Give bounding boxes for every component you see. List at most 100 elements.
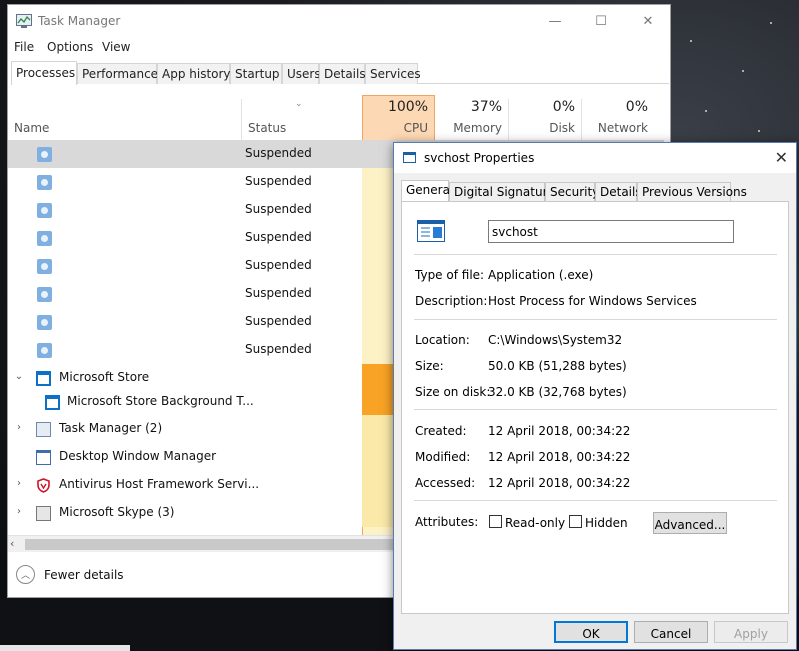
gear-icon [37, 343, 52, 358]
tab-details[interactable]: Details [319, 63, 366, 84]
process-status: Suspended [245, 174, 312, 188]
readonly-label[interactable]: Read-only [505, 516, 565, 530]
created-value: 12 April 2018, 00:34:22 [488, 424, 631, 438]
shield-icon [36, 478, 51, 493]
dialog-tab-strip: General Digital Signatures Security Deta… [401, 180, 789, 203]
size-value: 50.0 KB (51,288 bytes) [488, 359, 627, 373]
memory-percent: 37% [470, 99, 502, 115]
column-cpu-label[interactable]: CPU [362, 121, 428, 135]
gear-icon [37, 203, 52, 218]
chevron-right-icon[interactable]: › [14, 422, 24, 433]
size-on-disk-label: Size on disk: [415, 385, 491, 399]
attributes-label: Attributes: [415, 515, 479, 529]
scroll-left-icon[interactable]: ‹ [10, 537, 14, 550]
column-status[interactable]: Status [248, 121, 286, 135]
tab-app-history[interactable]: App history [157, 63, 231, 84]
hidden-checkbox[interactable] [569, 515, 582, 528]
dialog-title: svchost Properties [424, 151, 535, 165]
tab-performance[interactable]: Performance [77, 63, 158, 84]
column-disk[interactable]: Disk [508, 121, 575, 135]
column-memory[interactable]: Memory [435, 121, 502, 135]
column-name[interactable]: Name [14, 121, 49, 135]
process-status: Suspended [245, 146, 312, 160]
task-manager-icon [16, 14, 32, 28]
store-icon [45, 395, 60, 410]
description-label: Description: [415, 294, 488, 308]
sort-caret-icon: ⌄ [295, 99, 303, 109]
dialog-title-bar[interactable]: svchost Properties ✕ [394, 143, 796, 173]
process-status: Suspended [245, 202, 312, 216]
process-name: Microsoft Store [59, 370, 150, 384]
star [770, 22, 772, 24]
chevron-up-icon: ︿ [16, 565, 35, 584]
divider [414, 254, 777, 255]
tab-security[interactable]: Security [545, 182, 599, 202]
accessed-label: Accessed: [415, 476, 476, 490]
process-status: Suspended [245, 258, 312, 272]
tab-services[interactable]: Services [365, 63, 421, 84]
process-name: Antivirus Host Framework Servi... [59, 477, 260, 491]
chevron-right-icon[interactable]: › [14, 506, 24, 517]
cpu-percent: 100% [387, 99, 428, 115]
star [742, 70, 744, 72]
fewer-details-label: Fewer details [44, 567, 124, 582]
minimize-icon: — [548, 13, 562, 29]
menu-bar: File Options View [8, 38, 670, 58]
network-percent: 0% [625, 99, 648, 115]
process-name: Microsoft Store Background T... [67, 394, 254, 408]
tab-users[interactable]: Users [282, 63, 321, 84]
tab-digital-signatures[interactable]: Digital Signatures [449, 182, 561, 202]
store-icon [36, 371, 51, 386]
scroll-thumb[interactable] [25, 539, 405, 550]
window-icon [36, 450, 51, 465]
menu-file[interactable]: File [14, 40, 34, 54]
tab-general[interactable]: General [401, 180, 453, 203]
apply-button[interactable]: Apply [714, 621, 788, 643]
application-icon [417, 220, 445, 242]
tab-processes[interactable]: Processes [11, 61, 77, 85]
menu-options[interactable]: Options [47, 40, 93, 54]
process-name: Desktop Window Manager [59, 449, 217, 463]
column-divider[interactable] [241, 99, 242, 141]
maximize-button[interactable]: ☐ [578, 5, 624, 37]
gear-icon [37, 259, 52, 274]
process-name: Task Manager (2) [59, 421, 163, 435]
general-panel: Type of file: Application (.exe) Descrip… [401, 201, 789, 614]
column-network[interactable]: Network [581, 121, 648, 135]
tab-previous-versions[interactable]: Previous Versions [637, 182, 747, 202]
accessed-value: 12 April 2018, 00:34:22 [488, 476, 631, 490]
gear-icon [37, 231, 52, 246]
advanced-button[interactable]: Advanced... [653, 512, 727, 534]
process-status: Suspended [245, 314, 312, 328]
tab-details[interactable]: Details [595, 182, 642, 202]
ok-button[interactable]: OK [554, 621, 628, 643]
fewer-details-button[interactable]: ︿ Fewer details [16, 565, 124, 584]
type-label: Type of file: [415, 268, 485, 282]
application-icon [403, 152, 416, 163]
taskbar-edge [0, 645, 130, 651]
chevron-down-icon[interactable]: ⌄ [14, 371, 24, 382]
readonly-checkbox[interactable] [489, 515, 502, 528]
cancel-button[interactable]: Cancel [634, 621, 708, 643]
chevron-right-icon[interactable]: › [14, 478, 24, 489]
created-label: Created: [415, 424, 467, 438]
skype-icon [36, 506, 51, 521]
properties-dialog: svchost Properties ✕ General Digital Sig… [393, 142, 797, 650]
title-bar[interactable]: Task Manager — ☐ ✕ [8, 5, 670, 37]
gear-icon [37, 147, 52, 162]
modified-label: Modified: [415, 450, 471, 464]
filename-field[interactable] [488, 220, 734, 243]
hidden-label[interactable]: Hidden [585, 516, 628, 530]
menu-view[interactable]: View [102, 40, 130, 54]
process-status: Suspended [245, 230, 312, 244]
minimize-button[interactable]: — [532, 5, 578, 37]
window-title: Task Manager [38, 14, 121, 28]
column-headers: Name Status 100% CPU 37% Memory 0% Disk … [8, 93, 664, 141]
maximize-icon: ☐ [595, 13, 607, 29]
tab-strip: Processes Performance App history Startu… [11, 61, 669, 85]
tab-startup[interactable]: Startup [230, 63, 282, 84]
modified-value: 12 April 2018, 00:34:22 [488, 450, 631, 464]
close-button[interactable]: ✕ [625, 5, 670, 37]
description-value: Host Process for Windows Services [488, 294, 697, 308]
close-icon[interactable]: ✕ [775, 148, 788, 167]
